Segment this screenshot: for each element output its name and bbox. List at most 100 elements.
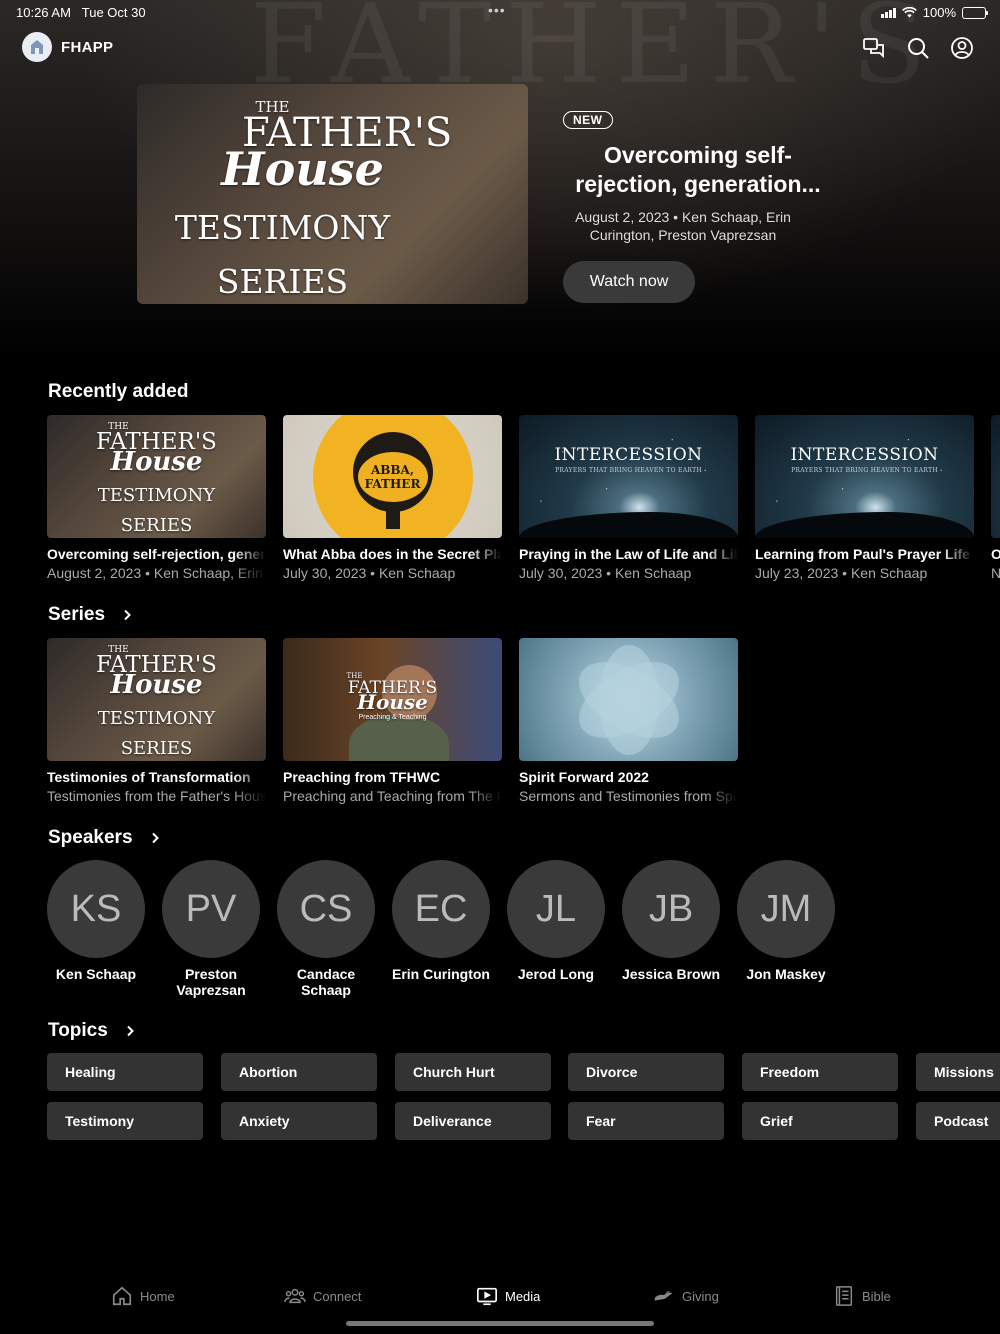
speaker-name: Ken Schaap bbox=[55, 966, 137, 982]
recent-card-title: Learning from Paul's Prayer Life bbox=[755, 546, 970, 562]
battery-percent: 100% bbox=[922, 5, 956, 20]
recent-card-5[interactable]: O N bbox=[991, 415, 1000, 581]
art-line3: TESTIMONY bbox=[97, 485, 216, 506]
series-card-title: Testimonies of Transformation bbox=[47, 769, 251, 785]
people-icon bbox=[284, 1288, 306, 1304]
series-header[interactable]: Series bbox=[48, 604, 133, 626]
speaker-candace-schaap[interactable]: CS Candace Schaap bbox=[271, 860, 381, 998]
tab-label: Giving bbox=[682, 1288, 719, 1304]
series-card-3[interactable]: Spirit Forward 2022 Sermons and Testimon… bbox=[519, 638, 738, 804]
speakers-title: Speakers bbox=[48, 827, 133, 848]
tab-label: Bible bbox=[862, 1288, 891, 1304]
chevron-right-icon bbox=[127, 1025, 134, 1037]
tab-home[interactable]: Home bbox=[111, 1285, 175, 1307]
recently-added-title: Recently added bbox=[48, 381, 189, 402]
featured-title[interactable]: Overcoming self-rejection, generation... bbox=[563, 141, 833, 199]
recent-card-thumbnail bbox=[991, 415, 1000, 538]
recent-card-3[interactable]: INTERCESSION PRAYERS THAT BRING HEAVEN T… bbox=[519, 415, 738, 581]
multitask-dots-icon[interactable]: ••• bbox=[488, 2, 506, 18]
recent-card-4[interactable]: INTERCESSION PRAYERS THAT BRING HEAVEN T… bbox=[755, 415, 974, 581]
chat-icon[interactable] bbox=[862, 36, 886, 60]
recent-card-sub: July 30, 2023 • Ken Schaap bbox=[519, 565, 692, 581]
topic-abortion[interactable]: Abortion bbox=[221, 1053, 377, 1091]
search-icon[interactable] bbox=[906, 36, 930, 60]
avatar: EC bbox=[392, 860, 490, 958]
avatar: PV bbox=[162, 860, 260, 958]
speaker-name: Candace Schaap bbox=[296, 966, 356, 998]
home-indicator[interactable] bbox=[346, 1321, 654, 1326]
giving-icon bbox=[654, 1291, 673, 1301]
tab-giving[interactable]: Giving bbox=[653, 1285, 719, 1307]
art-line2: House bbox=[110, 447, 203, 477]
intercession-title: INTERCESSION bbox=[554, 445, 703, 465]
topic-fear[interactable]: Fear bbox=[568, 1102, 724, 1140]
series-card-thumbnail: THE FATHER'S House Preaching & Teaching bbox=[283, 638, 502, 761]
tv-icon bbox=[477, 1287, 497, 1306]
art-line2: House bbox=[110, 670, 203, 700]
speaker-jessica-brown[interactable]: JB Jessica Brown bbox=[616, 860, 726, 982]
art-line3: Preaching & Teaching bbox=[358, 714, 427, 721]
app-logo-icon bbox=[22, 32, 52, 62]
topic-anxiety[interactable]: Anxiety bbox=[221, 1102, 377, 1140]
recent-card-sub: July 23, 2023 • Ken Schaap bbox=[755, 565, 928, 581]
recent-card-sub: July 30, 2023 • Ken Schaap bbox=[283, 565, 456, 581]
recent-card-1[interactable]: THE FATHER'S House TESTIMONY SERIES Over… bbox=[47, 415, 266, 581]
speaker-ken-schaap[interactable]: KS Ken Schaap bbox=[41, 860, 151, 982]
app-header[interactable]: FHAPP bbox=[22, 32, 113, 62]
recent-card-thumbnail: INTERCESSION PRAYERS THAT BRING HEAVEN T… bbox=[755, 415, 974, 538]
topic-healing[interactable]: Healing bbox=[47, 1053, 203, 1091]
chevron-right-icon bbox=[151, 832, 159, 844]
tab-connect[interactable]: Connect bbox=[284, 1285, 361, 1307]
topic-deliverance[interactable]: Deliverance bbox=[395, 1102, 551, 1140]
tab-label: Media bbox=[505, 1288, 541, 1304]
speaker-preston-vaprezsan[interactable]: PV Preston Vaprezsan bbox=[156, 860, 266, 998]
topics-header[interactable]: Topics bbox=[48, 1020, 136, 1042]
app-name: FHAPP bbox=[61, 38, 114, 56]
series-card-title: Preaching from TFHWC bbox=[283, 769, 441, 785]
speaker-erin-curington[interactable]: EC Erin Curington bbox=[386, 860, 496, 982]
topic-testimony[interactable]: Testimony bbox=[47, 1102, 203, 1140]
avatar: CS bbox=[277, 860, 375, 958]
header-actions bbox=[862, 36, 974, 60]
status-right: 100% bbox=[880, 5, 988, 20]
abba-label: ABBA, FATHER bbox=[357, 451, 428, 502]
series-card-1[interactable]: THE FATHER'S House TESTIMONY SERIES Test… bbox=[47, 638, 266, 804]
intercession-title: INTERCESSION bbox=[790, 445, 939, 465]
tab-bible[interactable]: Bible bbox=[833, 1285, 891, 1307]
topic-divorce[interactable]: Divorce bbox=[568, 1053, 724, 1091]
featured-art-line2: House bbox=[221, 142, 384, 196]
book-icon bbox=[835, 1286, 853, 1306]
series-title: Series bbox=[48, 604, 106, 625]
recent-card-title: O bbox=[991, 546, 1000, 562]
speakers-header[interactable]: Speakers bbox=[48, 827, 161, 849]
speaker-name: Preston Vaprezsan bbox=[176, 966, 246, 998]
featured-art-line4: SERIES bbox=[216, 262, 349, 301]
recent-card-sub: N bbox=[991, 565, 1000, 581]
featured-info: NEW Overcoming self-rejection, generatio… bbox=[563, 111, 863, 303]
featured-thumbnail[interactable]: THE FATHER'S House TESTIMONY SERIES bbox=[137, 84, 528, 304]
art-line2: House bbox=[357, 690, 428, 714]
recent-card-thumbnail: THE FATHER'S House TESTIMONY SERIES bbox=[47, 415, 266, 538]
speaker-jon-maskey[interactable]: JM Jon Maskey bbox=[731, 860, 841, 982]
topic-podcast[interactable]: Podcast bbox=[916, 1102, 1000, 1140]
tab-media[interactable]: Media bbox=[476, 1285, 540, 1307]
new-badge: NEW bbox=[563, 111, 613, 129]
topic-missions[interactable]: Missions bbox=[916, 1053, 1000, 1091]
signal-icon bbox=[880, 7, 896, 18]
recent-card-title: What Abba does in the Secret Place bbox=[283, 546, 502, 562]
topic-grief[interactable]: Grief bbox=[742, 1102, 898, 1140]
account-icon[interactable] bbox=[950, 36, 974, 60]
series-card-title: Spirit Forward 2022 bbox=[519, 769, 649, 785]
series-card-2[interactable]: THE FATHER'S House Preaching & Teaching … bbox=[283, 638, 502, 804]
recent-card-2[interactable]: ABBA, FATHER What Abba does in the Secre… bbox=[283, 415, 502, 581]
chevron-right-icon bbox=[124, 609, 131, 621]
watch-now-button[interactable]: Watch now bbox=[563, 261, 695, 303]
series-card-sub: Preaching and Teaching from The Father's… bbox=[283, 788, 502, 804]
home-icon bbox=[112, 1286, 132, 1306]
avatar: JM bbox=[737, 860, 835, 958]
speaker-jerod-long[interactable]: JL Jerod Long bbox=[501, 860, 611, 982]
series-card-thumbnail: THE FATHER'S House TESTIMONY SERIES bbox=[47, 638, 266, 761]
status-time: 10:26 AM Tue Oct 30 bbox=[16, 5, 146, 20]
topic-church-hurt[interactable]: Church Hurt bbox=[395, 1053, 551, 1091]
topic-freedom[interactable]: Freedom bbox=[742, 1053, 898, 1091]
